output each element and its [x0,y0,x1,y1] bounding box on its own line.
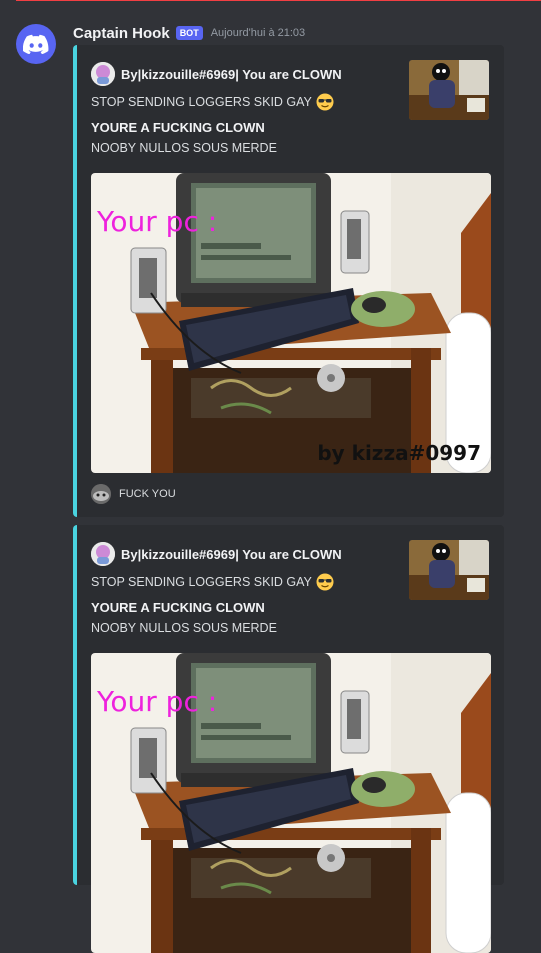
image-caption-title: Your pc : [97,685,218,718]
embed-field-value: NOOBY NULLOS SOUS MERDE [91,141,277,155]
discord-logo-icon [23,34,49,54]
embed-2: By|kizzouille#6969| You are CLOWN STOP S… [73,525,504,885]
embed-description: STOP SENDING LOGGERS SKID GAY [91,573,334,591]
embed-description-text: STOP SENDING LOGGERS SKID GAY [91,575,312,589]
embed-field-name: YOURE A FUCKING CLOWN [91,600,265,615]
bot-tag: BOT [175,26,203,40]
embed-footer: FUCK YOU [91,484,176,504]
image-caption-title: Your pc : [97,205,218,238]
new-messages-divider [16,0,541,1]
timestamp[interactable]: Aujourd'hui à 21:03 [211,27,305,39]
embed-image[interactable]: Your pc : by kizza#0997 [91,173,491,473]
embed-footer-text: FUCK YOU [119,488,176,500]
image-caption-credit: by kizza#0997 [317,441,481,465]
embed-author: By|kizzouille#6969| You are CLOWN [91,542,342,566]
bot-avatar[interactable] [16,24,56,64]
embed-description: STOP SENDING LOGGERS SKID GAY [91,93,334,111]
embed-field-name: YOURE A FUCKING CLOWN [91,120,265,135]
sunglasses-emoji-icon[interactable] [316,93,334,111]
message-header: Captain Hook BOT Aujourd'hui à 21:03 [73,22,305,44]
embed-field-value: NOOBY NULLOS SOUS MERDE [91,621,277,635]
embed-author: By|kizzouille#6969| You are CLOWN [91,62,342,86]
embed-thumbnail[interactable] [409,60,489,120]
embed-thumbnail[interactable] [409,540,489,600]
sunglasses-emoji-icon[interactable] [316,573,334,591]
username[interactable]: Captain Hook [73,25,170,42]
footer-avatar-icon [91,484,111,504]
embed-1: By|kizzouille#6969| You are CLOWN STOP S… [73,45,504,517]
embed-description-text: STOP SENDING LOGGERS SKID GAY [91,95,312,109]
embed-author-name: By|kizzouille#6969| You are CLOWN [121,546,342,562]
embed-image[interactable]: Your pc : [91,653,491,953]
author-avatar-icon [91,62,115,86]
embed-author-name: By|kizzouille#6969| You are CLOWN [121,66,342,82]
author-avatar-icon [91,542,115,566]
